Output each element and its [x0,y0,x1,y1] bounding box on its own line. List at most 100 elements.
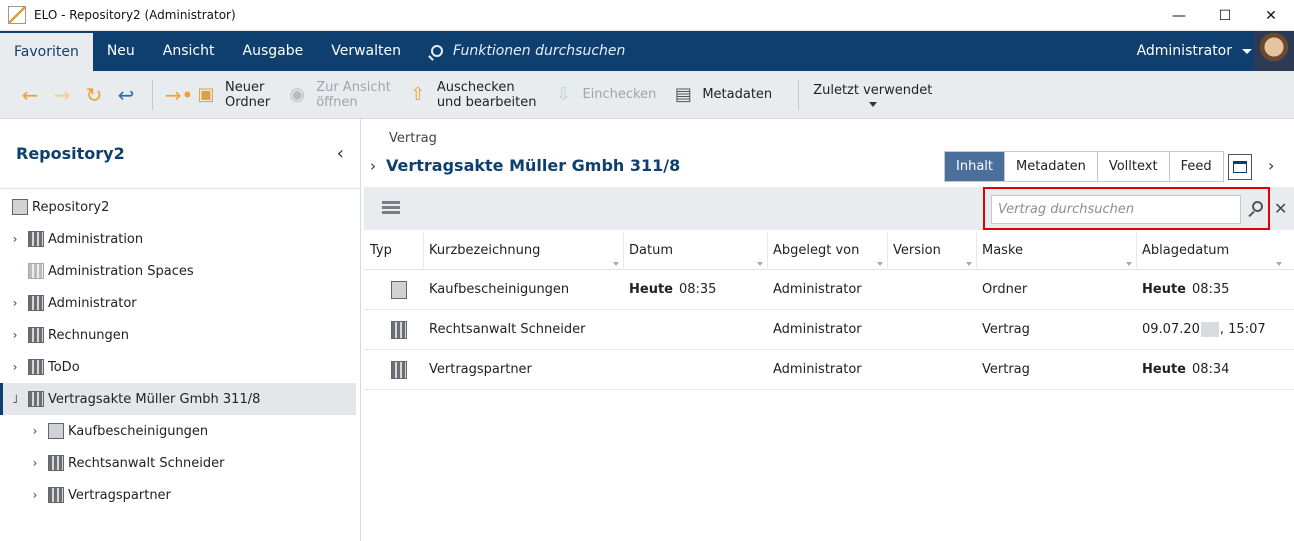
sidebar-item[interactable]: Administration Spaces [0,255,360,287]
checkout-button[interactable]: ⇧ Auschecken und bearbeiten [407,80,536,110]
refresh-icon[interactable]: ↻ [78,79,110,111]
sidebar-item[interactable]: › Vertragspartner [0,479,360,511]
chevron-right-icon[interactable]: ˩ [8,392,22,406]
folder-icon [48,487,64,503]
collapse-sidebar-icon[interactable]: ‹ [337,143,344,164]
column-version[interactable]: Version [887,230,976,270]
search-input[interactable] [991,195,1241,224]
metadata-icon: ▤ [674,84,692,105]
sidebar-item[interactable]: ˩ Vertragsakte Müller Gmbh 311/8 [0,383,356,415]
checkin-button[interactable]: ⇩ Einchecken [552,84,656,106]
column-datum[interactable]: Datum [623,230,767,270]
sort-icon[interactable] [1126,262,1132,266]
main-panel: Vertrag › Vertragsakte Müller Gmbh 311/8… [362,119,1294,541]
column-label: Abgelegt von [773,242,860,258]
sort-icon[interactable] [877,262,883,266]
chevron-right-icon[interactable]: › [8,232,22,246]
column-label: Ablagedatum [1142,242,1230,258]
folder-icon [28,295,44,311]
folder-icon [391,280,407,299]
menu-verwalten[interactable]: Verwalten [317,31,415,71]
forward-arrow-icon[interactable]: → [46,79,78,111]
menu-ausgabe[interactable]: Ausgabe [229,31,318,71]
sidebar-item[interactable]: › ToDo [0,351,360,383]
column-abgelegt-von[interactable]: Abgelegt von [767,230,887,270]
sort-icon[interactable] [1276,262,1282,266]
chevron-right-icon[interactable]: › [28,488,42,502]
metadata-label: Metadaten [702,87,773,102]
filed-day: Heute [1142,282,1186,297]
user-name: Administrator [1136,43,1232,59]
undo-icon[interactable]: ↩ [110,79,142,111]
chevron-right-icon[interactable]: › [8,360,22,374]
chevron-right-icon[interactable]: › [8,296,22,310]
menu-neu[interactable]: Neu [93,31,149,71]
open-view-button[interactable]: ◉ Zur Ansicht öffnen [286,80,390,110]
table-row[interactable]: Kaufbescheinigungen Heute 08:35 Administrat… [364,270,1294,310]
goto-icon[interactable]: →• [163,79,195,111]
sidebar-item[interactable]: › Administration [0,223,360,255]
menu-ansicht[interactable]: Ansicht [149,31,229,71]
window-title: ELO - Repository2 (Administrator) [34,8,236,22]
close-button[interactable]: ✕ [1248,0,1294,31]
maximize-button[interactable]: ☐ [1202,0,1248,31]
sort-icon[interactable] [757,262,763,266]
tab-feed[interactable]: Feed [1169,152,1223,181]
menu-favoriten[interactable]: Favoriten [0,31,93,71]
sidebar-item-label: Repository2 [32,199,110,215]
tab-inhalt[interactable]: Inhalt [945,152,1005,181]
sidebar-item-label: Rechtsanwalt Schneider [68,455,225,471]
tab-metadaten[interactable]: Metadaten [1005,152,1098,181]
tab-volltext[interactable]: Volltext [1097,152,1170,181]
sidebar-item[interactable]: Repository2 [0,191,360,223]
back-arrow-icon[interactable]: ← [14,79,46,111]
chevron-right-icon[interactable]: › [1268,156,1274,175]
sort-icon[interactable] [613,262,619,266]
sort-icon[interactable] [966,262,972,266]
sidebar-item[interactable]: › Rechtsanwalt Schneider [0,447,360,479]
chevron-right-icon[interactable]: › [28,456,42,470]
new-folder-button[interactable]: ▣ Neuer Ordner [195,80,270,110]
column-maske[interactable]: Maske [976,230,1136,270]
column-kurzbezeichnung[interactable]: Kurzbezeichnung [423,230,623,270]
cell-type [364,280,423,299]
toolbar: ← → ↻ ↩ →• ▣ Neuer Ordner ◉ Zur Ansicht … [0,71,1294,119]
list-view-icon[interactable] [382,201,400,215]
table-row[interactable]: Rechtsanwalt Schneider Administrator Vertr… [364,310,1294,350]
chevron-down-icon [1242,48,1252,54]
menu-bar: Favoriten Neu Ansicht Ausgabe Verwalten … [0,31,1294,71]
cell-name: Vertragspartner [429,362,532,377]
repository-icon [12,199,28,215]
metadata-button[interactable]: ▤ Metadaten [672,84,772,106]
breadcrumb[interactable]: Vertrag [389,131,437,146]
user-menu[interactable]: Administrator [1137,31,1252,71]
chevron-right-icon[interactable]: › [28,424,42,438]
chevron-right-icon[interactable]: › [8,328,22,342]
view-mode-button[interactable] [1228,154,1252,180]
checkout-icon: ⇧ [410,84,426,105]
title-bar: ELO - Repository2 (Administrator) — ☐ ✕ [0,0,1294,31]
eye-icon: ◉ [289,84,306,105]
sidebar-item[interactable]: › Administrator [0,287,360,319]
table-row[interactable]: Vertragspartner Administrator Vertrag Heute… [364,350,1294,390]
avatar[interactable] [1254,31,1294,71]
folder-icon [28,327,44,343]
checkin-icon: ⇩ [555,84,571,105]
search-icon[interactable] [1247,200,1265,218]
minimize-button[interactable]: — [1156,0,1202,31]
close-icon[interactable]: ✕ [1274,199,1287,218]
function-search[interactable]: Funktionen durchsuchen [430,43,625,59]
sidebar-item-label: Administration Spaces [48,263,194,279]
sidebar-item[interactable]: › Kaufbescheinigungen [0,415,360,447]
page-title-text: Vertragsakte Müller Gmbh 311/8 [386,156,681,175]
cell-type [364,320,423,339]
column-ablagedatum[interactable]: Ablagedatum [1136,230,1286,270]
folder-icon [28,231,44,247]
column-typ[interactable]: Typ [364,230,423,270]
content-table: Typ Kurzbezeichnung Datum Abgelegt von V… [364,230,1294,390]
recent-dropdown[interactable]: Zuletzt verwendet [813,83,932,107]
sidebar-item[interactable]: › Rechnungen [0,319,360,351]
chevron-right-icon[interactable]: › [370,157,376,175]
filed-time-suffix: , 15:07 [1219,322,1266,337]
folder-icon [28,391,44,407]
